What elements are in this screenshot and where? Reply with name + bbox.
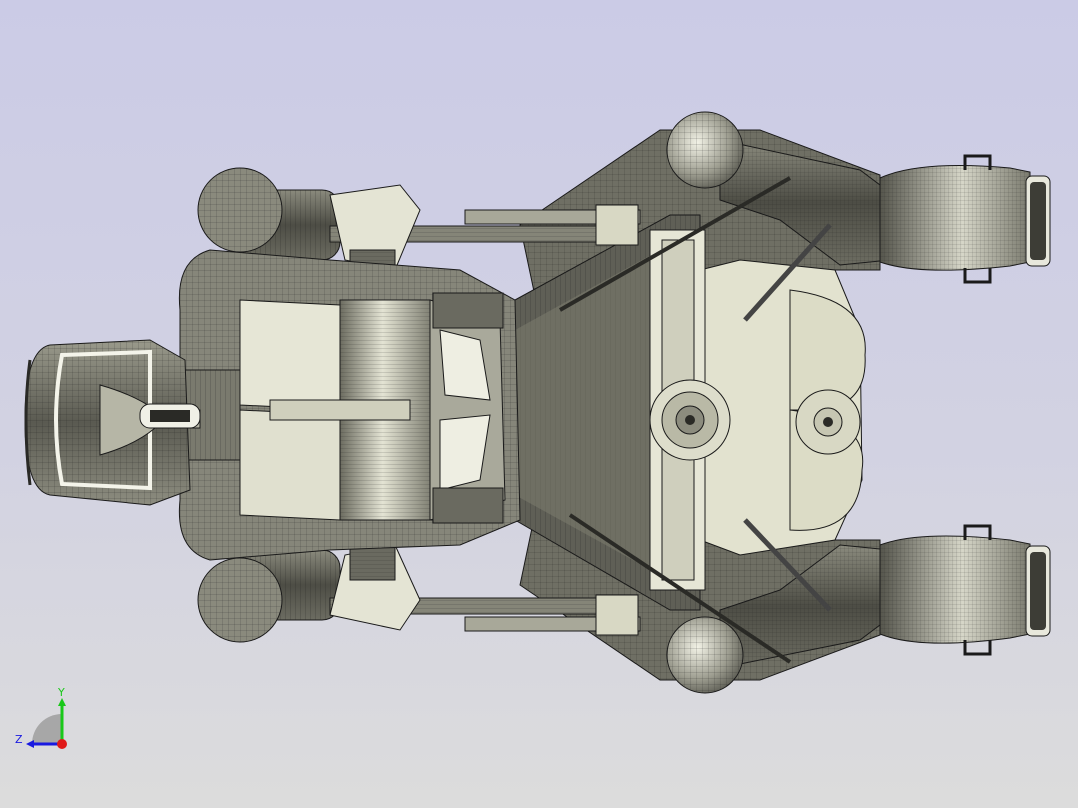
foot-bottom	[879, 524, 1051, 656]
foot-top	[879, 154, 1051, 284]
z-axis-label: Z	[15, 733, 23, 746]
3d-viewport[interactable]: Y Z	[0, 0, 1078, 808]
robot-model[interactable]	[0, 0, 1078, 808]
x-axis-dot	[57, 739, 67, 749]
y-axis-label: Y	[58, 686, 65, 699]
